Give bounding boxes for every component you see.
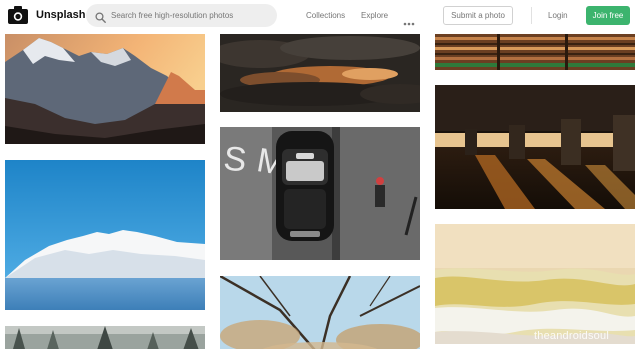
login-link[interactable]: Login [548,11,568,20]
submit-photo-button[interactable]: Submit a photo [443,6,513,25]
photo-stormy-clouds[interactable] [220,34,420,112]
photo-snowy-peak-blue-sky[interactable] [5,160,205,310]
watermark-text: theandroidsoul [534,330,609,342]
photo-parking-garage-sunlight[interactable] [435,85,635,209]
header-divider [531,7,532,24]
ellipsis-icon[interactable] [403,13,415,26]
search-input[interactable] [111,8,271,23]
search-icon [95,10,106,23]
photo-sand-and-waves[interactable] [435,224,635,344]
photo-misty-forest[interactable] [5,326,205,349]
join-free-button[interactable]: Join free [586,6,630,25]
svg-text:S: S [222,139,249,179]
photo-striped-wooden-facade[interactable] [435,34,635,70]
photo-mountain-sunset[interactable] [5,34,205,144]
brand-name[interactable]: Unsplash [36,9,86,21]
nav-collections-link[interactable]: Collections [306,11,345,20]
nav-explore-link[interactable]: Explore [361,11,388,20]
photo-bare-tree-branches[interactable] [220,276,420,349]
camera-icon[interactable] [8,6,28,24]
photo-black-taxi-street[interactable]: S M [220,127,420,260]
top-navigation-bar: Unsplash Collections Explore Submit a ph… [0,0,640,31]
search-bar[interactable] [86,4,277,27]
